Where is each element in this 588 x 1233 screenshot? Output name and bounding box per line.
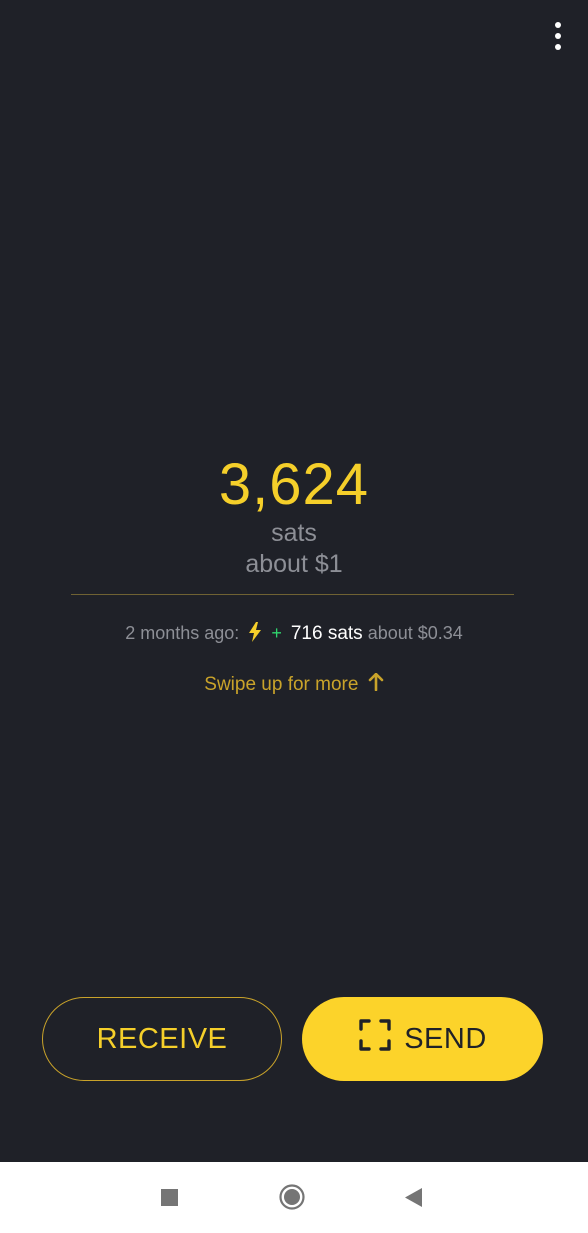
last-transaction[interactable]: 2 months ago: + 716 sats about $0.34 — [0, 620, 588, 649]
arrow-up-icon — [368, 672, 384, 699]
triangle-back-icon[interactable] — [404, 1187, 423, 1208]
balance-amount: 3,624 — [218, 452, 370, 517]
transaction-amount: 716 sats — [290, 623, 363, 644]
wallet-screen: 3,624 sats about $1 2 months ago: + 716 … — [0, 0, 588, 1162]
transaction-fiat: about $0.34 — [367, 623, 463, 643]
transaction-time: 2 months ago: — [125, 623, 240, 643]
balance-fiat: about $1 — [245, 550, 343, 578]
balance-unit: sats — [271, 519, 317, 547]
circle-icon[interactable] — [279, 1184, 305, 1210]
send-button[interactable]: SEND — [302, 997, 543, 1081]
transaction-sign: + — [271, 623, 282, 643]
scan-icon — [358, 1018, 392, 1060]
menu-dot — [555, 22, 561, 28]
balance-display: 3,624 sats about $1 — [0, 450, 588, 580]
send-button-label: SEND — [404, 1022, 487, 1055]
divider — [71, 594, 514, 595]
receive-button[interactable]: RECEIVE — [42, 997, 282, 1081]
more-vertical-icon[interactable] — [548, 22, 568, 50]
menu-dot — [555, 44, 561, 50]
system-navigation-bar — [0, 1162, 588, 1233]
swipe-hint-label: Swipe up for more — [204, 674, 359, 695]
lightning-bolt-icon — [248, 622, 262, 649]
receive-button-label: RECEIVE — [96, 1022, 228, 1055]
swipe-hint[interactable]: Swipe up for more — [0, 672, 588, 699]
square-icon[interactable] — [161, 1189, 178, 1206]
menu-dot — [555, 33, 561, 39]
